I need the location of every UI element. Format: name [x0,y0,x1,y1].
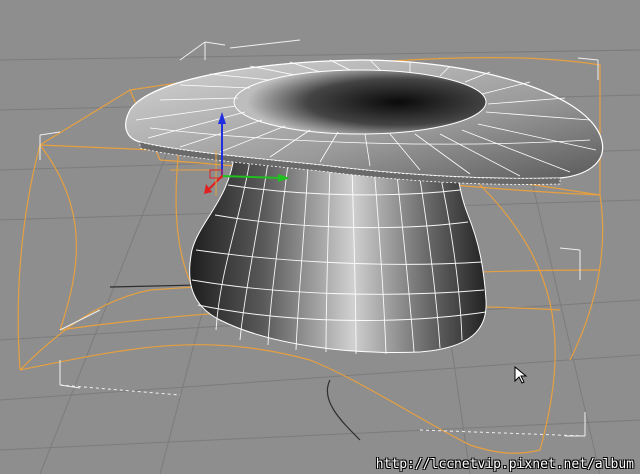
x-axis-arrow-icon [204,184,212,194]
watermark-url: http://lccnetvip.pixnet.net/album [375,457,634,472]
hat-brim [125,59,604,185]
arrow-cursor-icon [514,366,528,384]
viewport-scene [0,39,640,474]
bounding-box-dashes [59,384,586,437]
perspective-viewport[interactable]: http://lccnetvip.pixnet.net/album [0,0,640,474]
